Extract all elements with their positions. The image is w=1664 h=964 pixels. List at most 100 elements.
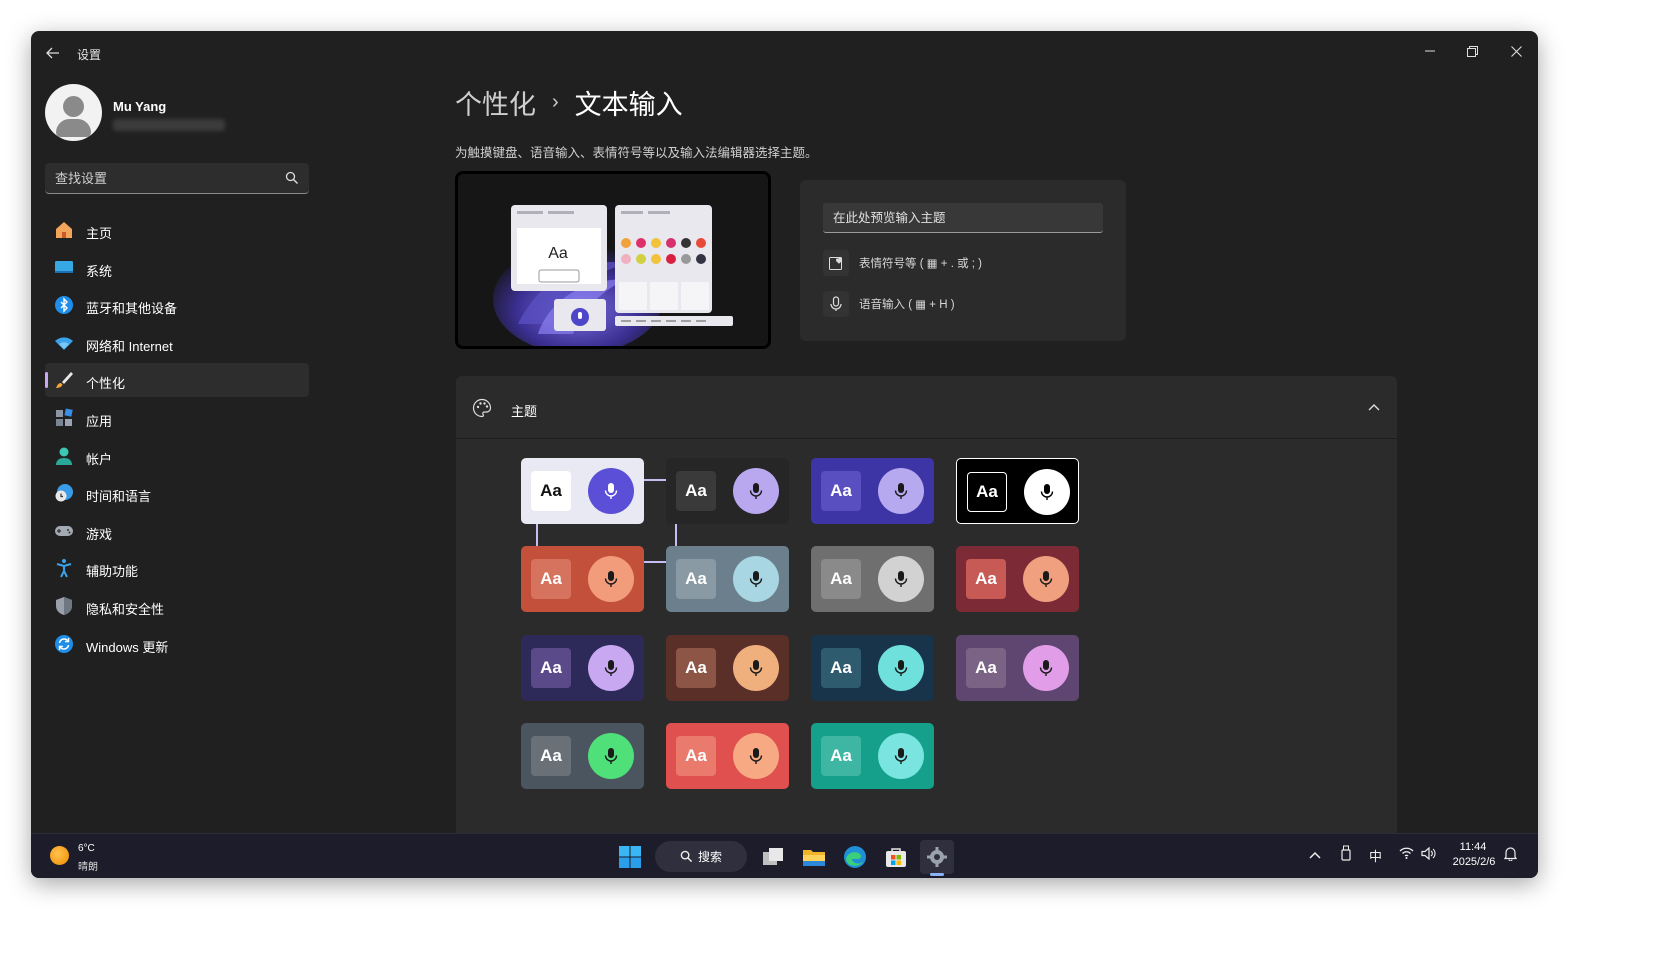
theme-mic-preview: [588, 556, 634, 602]
breadcrumb-separator: ›: [552, 91, 559, 113]
theme-tile[interactable]: Aa: [811, 546, 934, 612]
theme-tile[interactable]: Aa: [811, 723, 934, 789]
apps-icon: [56, 408, 73, 426]
preview-text-input[interactable]: [823, 203, 1103, 233]
theme-preview-image: Aa: [455, 171, 771, 349]
user-email-redacted: [113, 119, 225, 131]
notifications-button[interactable]: [1503, 846, 1518, 864]
emoji-button[interactable]: [823, 250, 849, 276]
theme-tile[interactable]: Aa: [521, 458, 644, 524]
theme-sample-text: Aa: [966, 559, 1006, 599]
close-icon: [1510, 45, 1522, 57]
themes-header[interactable]: 主题: [456, 376, 1397, 439]
collapse-button[interactable]: [1363, 396, 1385, 418]
preview-illustration: Aa: [458, 174, 768, 346]
search-input[interactable]: [45, 163, 275, 193]
theme-tile[interactable]: Aa: [956, 546, 1079, 612]
start-button[interactable]: [613, 840, 647, 874]
search-icon[interactable]: [285, 171, 299, 185]
theme-tile[interactable]: Aa: [666, 635, 789, 701]
sidebar-item-label: 系统: [86, 263, 113, 279]
task-view-button[interactable]: [756, 840, 790, 874]
theme-mic-preview: [878, 556, 924, 602]
clock-time[interactable]: 11:44: [1451, 841, 1495, 853]
usb-drive-icon: [1341, 845, 1351, 861]
gamepad-icon: [55, 525, 73, 536]
system-icon: [55, 260, 73, 273]
minimize-icon: [1425, 50, 1435, 52]
breadcrumb-parent[interactable]: 个性化: [455, 83, 536, 122]
preview-sample-text: Aa: [548, 245, 568, 262]
account-icon: [56, 447, 72, 465]
user-name: Mu Yang: [113, 99, 167, 114]
sidebar-item-network[interactable]: 网络和 Internet: [45, 326, 309, 360]
theme-sample-text: Aa: [821, 471, 861, 511]
minimize-button[interactable]: [1410, 37, 1450, 65]
theme-mic-preview: [1024, 469, 1070, 515]
microphone-icon: [1039, 571, 1053, 587]
theme-tile[interactable]: Aa: [666, 458, 789, 524]
theme-tile[interactable]: Aa: [521, 723, 644, 789]
sidebar-item-accounts[interactable]: 帐户: [45, 439, 309, 473]
input-preview-card: 表情符号等 ( ▦ + . 或 ; ) 语音输入 ( ▦ + H ): [800, 180, 1126, 341]
accessibility-icon: [56, 559, 72, 578]
back-button[interactable]: [41, 43, 65, 63]
sidebar-item-system[interactable]: 系统: [45, 251, 309, 285]
folder-icon: [803, 850, 825, 866]
weather-sun-icon[interactable]: [50, 846, 69, 865]
network-status-button[interactable]: [1399, 847, 1414, 862]
theme-sample-text: Aa: [676, 648, 716, 688]
theme-mic-preview: [733, 645, 779, 691]
weather-temperature: 6°C: [78, 843, 95, 854]
clock-date[interactable]: 2025/2/6: [1451, 856, 1497, 868]
settings-taskbar-button[interactable]: [920, 840, 954, 874]
sidebar-item-label: 个性化: [86, 376, 126, 392]
theme-mic-preview: [588, 645, 634, 691]
gear-icon: [927, 847, 947, 867]
sidebar-item-label: 应用: [86, 413, 113, 429]
page-title: 文本输入: [574, 90, 683, 120]
sidebar-item-accessibility[interactable]: 辅助功能: [45, 551, 309, 585]
sidebar-item-gaming[interactable]: 游戏: [45, 514, 309, 548]
theme-tile[interactable]: Aa: [811, 635, 934, 701]
restore-button[interactable]: [1452, 37, 1492, 65]
usb-device-button[interactable]: [1340, 845, 1352, 864]
theme-tile[interactable]: Aa: [521, 635, 644, 701]
theme-tile[interactable]: Aa: [666, 723, 789, 789]
emoji-shortcut-label: 表情符号等 ( ▦ + . 或 ; ): [859, 258, 982, 270]
theme-sample-text: Aa: [676, 471, 716, 511]
store-button[interactable]: [879, 840, 913, 874]
microphone-icon: [749, 748, 763, 764]
microphone-icon: [749, 660, 763, 676]
theme-tile[interactable]: Aa: [666, 546, 789, 612]
file-explorer-button[interactable]: [797, 840, 831, 874]
taskbar-search[interactable]: 搜索: [655, 841, 747, 872]
theme-tile[interactable]: Aa: [521, 546, 644, 612]
voice-typing-button[interactable]: [823, 291, 849, 317]
sidebar-item-privacy[interactable]: 隐私和安全性: [45, 589, 309, 623]
sidebar-item-bluetooth[interactable]: 蓝牙和其他设备: [45, 288, 309, 322]
volume-button[interactable]: [1421, 846, 1436, 863]
sidebar-item-time-language[interactable]: 时间和语言: [45, 476, 309, 510]
close-button[interactable]: [1496, 37, 1536, 65]
sidebar-item-label: 主页: [86, 226, 113, 241]
app-title: 设置: [77, 48, 102, 62]
edge-button[interactable]: [838, 840, 872, 874]
microphone-icon: [604, 483, 618, 499]
microphone-icon: [749, 483, 763, 499]
theme-sample-text: Aa: [967, 472, 1007, 512]
sidebar-item-personalization[interactable]: 个性化: [45, 363, 309, 398]
theme-tile[interactable]: Aa: [956, 458, 1079, 524]
tray-overflow-button[interactable]: [1309, 847, 1321, 862]
theme-tile[interactable]: Aa: [811, 458, 934, 524]
sidebar-item-windows-update[interactable]: Windows 更新: [45, 627, 309, 661]
sidebar-item-label: 帐户: [86, 451, 113, 467]
theme-mic-preview: [733, 556, 779, 602]
sidebar-item-home[interactable]: 主页: [45, 213, 309, 247]
theme-tile[interactable]: Aa: [956, 635, 1079, 701]
sidebar-item-apps[interactable]: 应用: [45, 401, 309, 435]
theme-sample-text: Aa: [531, 648, 571, 688]
theme-sample-text: Aa: [531, 736, 571, 776]
ime-indicator[interactable]: 中: [1369, 846, 1382, 865]
microphone-icon: [604, 660, 618, 676]
